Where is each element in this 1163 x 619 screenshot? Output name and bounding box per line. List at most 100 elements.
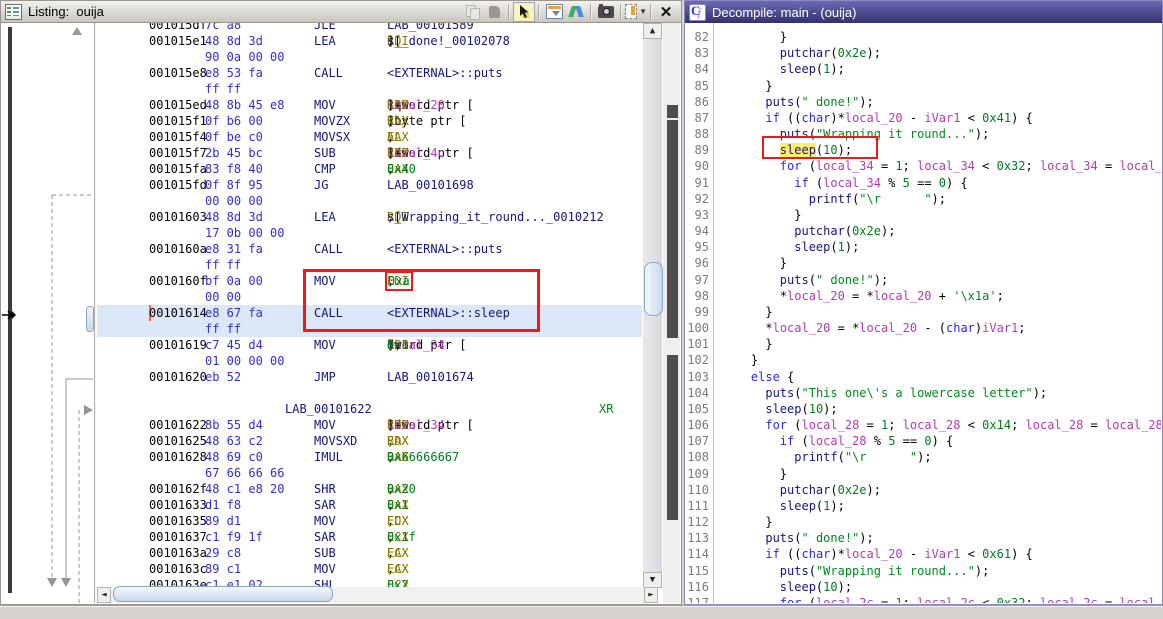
line-number: 89 bbox=[686, 142, 709, 158]
decompile-line[interactable]: 104 puts("This one\'s a lowercase letter… bbox=[686, 385, 1161, 401]
decompile-line[interactable]: 92 printf("\r "); bbox=[686, 191, 1161, 207]
scroll-right-button[interactable]: ► bbox=[644, 587, 658, 603]
panel-options-icon[interactable]: ▼ bbox=[625, 2, 647, 22]
line-number: 113 bbox=[686, 530, 709, 546]
scroll-down-button[interactable]: ▼ bbox=[643, 572, 662, 588]
listing-row[interactable]: 90 0a 00 00 bbox=[97, 49, 642, 65]
decompile-line[interactable]: 105 sleep(10); bbox=[686, 401, 1161, 417]
overview-marker-margin[interactable] bbox=[663, 23, 680, 603]
listing-row[interactable]: 17 0b 00 00 bbox=[97, 225, 642, 241]
line-number: 105 bbox=[686, 401, 709, 417]
listing-row[interactable]: 00 00 00 bbox=[97, 193, 642, 209]
line-number: 104 bbox=[686, 385, 709, 401]
line-number: 98 bbox=[686, 288, 709, 304]
decompile-line[interactable]: 110 putchar(0x2e); bbox=[686, 482, 1161, 498]
listing-row[interactable]: 00101637c1 f9 1fSARECX,0x1f bbox=[97, 529, 642, 545]
listing-row[interactable]: 001015fa83 f8 40CMPEAX,0x40 bbox=[97, 161, 642, 177]
decompile-line[interactable]: 115 puts("Wrapping it round..."); bbox=[686, 563, 1161, 579]
diff-view-icon[interactable] bbox=[565, 2, 587, 22]
listing-row[interactable]: 001015e8e8 53 faCALL<EXTERNAL>::puts bbox=[97, 65, 642, 81]
decompile-line[interactable]: 113 puts(" done!"); bbox=[686, 530, 1161, 546]
decompile-line[interactable]: 102 } bbox=[686, 352, 1161, 368]
listing-titlebar[interactable]: Listing: ouija ▼ ✕ bbox=[1, 1, 681, 23]
decompile-line[interactable]: 94 putchar(0x2e); bbox=[686, 223, 1161, 239]
line-number: 106 bbox=[686, 417, 709, 433]
listing-row[interactable]: ff ff bbox=[97, 81, 642, 97]
decompile-titlebar[interactable]: C f Decompile: main - (ouija) bbox=[685, 1, 1162, 23]
line-number: 108 bbox=[686, 449, 709, 465]
line-number: 88 bbox=[686, 126, 709, 142]
listing-row[interactable]: 001015f40f be c0MOVSXEAX,AL bbox=[97, 129, 642, 145]
decompile-line[interactable]: 90 for (local_34 = 1; local_34 < 0x32; l… bbox=[686, 158, 1161, 174]
decompile-line[interactable]: 95 sleep(1); bbox=[686, 239, 1161, 255]
fields-editor-icon[interactable] bbox=[543, 2, 565, 22]
close-icon[interactable]: ✕ bbox=[655, 2, 677, 22]
listing-row[interactable]: 001016228b 55 d4MOVEDX,dword ptr [RBP + … bbox=[97, 417, 642, 433]
decompile-line[interactable]: 84 sleep(1); bbox=[686, 61, 1161, 77]
listing-row[interactable]: 00101620eb 52JMPLAB_00101674 bbox=[97, 369, 642, 385]
decompile-line[interactable]: 89 sleep(10); bbox=[686, 142, 1161, 158]
listing-row[interactable]: 0010163a29 c8SUBEAX,ECX bbox=[97, 545, 642, 561]
listing-row[interactable]: 001015f72b 45 bcSUBEAX,dword ptr [RBP + … bbox=[97, 145, 642, 161]
listing-row[interactable]: 67 66 66 66 bbox=[97, 465, 642, 481]
decompile-line[interactable]: 114 if ((char)*local_20 - iVar1 < 0x61) … bbox=[686, 546, 1161, 562]
listing-row[interactable]: 00101619c7 45 d4MOVdword ptr [RBP + loca… bbox=[97, 337, 642, 353]
listing-row[interactable]: 0010162848 69 c0IMULRAX,RAX,0x66666667 bbox=[97, 449, 642, 465]
decompile-line[interactable]: 98 *local_20 = *local_20 + '\x1a'; bbox=[686, 288, 1161, 304]
listing-vscrollbar-thumb[interactable] bbox=[644, 262, 663, 316]
decompile-line[interactable]: 109 } bbox=[686, 466, 1161, 482]
line-number: 95 bbox=[686, 239, 709, 255]
decompile-line[interactable]: 99 } bbox=[686, 304, 1161, 320]
decompile-line[interactable]: 108 printf("\r "); bbox=[686, 449, 1161, 465]
decompile-line[interactable]: 86 puts(" done!"); bbox=[686, 94, 1161, 110]
listing-row[interactable]: 0010160ae8 31 faCALL<EXTERNAL>::puts bbox=[97, 241, 642, 257]
decompile-line[interactable]: 83 putchar(0x2e); bbox=[686, 45, 1161, 61]
listing-hscrollbar-thumb[interactable] bbox=[113, 586, 333, 602]
line-number: 100 bbox=[686, 320, 709, 336]
listing-row[interactable]: 0010163c89 c1MOVECX,EAX bbox=[97, 561, 642, 577]
decompile-line[interactable]: 97 puts(" done!"); bbox=[686, 272, 1161, 288]
listing-row[interactable]: 0010163589 d1MOVECX,EDX bbox=[97, 513, 642, 529]
decompile-line[interactable]: 85 } bbox=[686, 78, 1161, 94]
listing-row[interactable]: 001015df7c a8JLELAB_00101589 bbox=[97, 23, 642, 33]
decompile-line[interactable]: 91 if (local_34 % 5 == 0) { bbox=[686, 175, 1161, 191]
listing-row[interactable]: 001015e148 8d 3dLEARDI,[s__done!_0010207… bbox=[97, 33, 642, 49]
listing-row[interactable]: 001015fd0f 8f 95JGLAB_00101698 bbox=[97, 177, 642, 193]
decompile-line[interactable]: 100 *local_20 = *local_20 - (char)iVar1; bbox=[686, 320, 1161, 336]
annotation-box-sleep-call bbox=[303, 269, 540, 332]
copy-icon[interactable] bbox=[461, 2, 483, 22]
listing-row[interactable]: 001015f10f b6 00MOVZXEAX,byte ptr [RAX] bbox=[97, 113, 642, 129]
decompile-line[interactable]: 111 sleep(1); bbox=[686, 498, 1161, 514]
listing-row[interactable] bbox=[97, 385, 642, 401]
decompile-line[interactable]: 112 } bbox=[686, 514, 1161, 530]
decompile-line[interactable]: 88 puts("Wrapping it round..."); bbox=[686, 126, 1161, 142]
listing-row[interactable]: 0010162548 63 c2MOVSXDRAX,EDX bbox=[97, 433, 642, 449]
paste-icon[interactable] bbox=[483, 2, 505, 22]
decompile-line[interactable]: 96 } bbox=[686, 255, 1161, 271]
line-number: 103 bbox=[686, 369, 709, 385]
cursor-tool-icon[interactable] bbox=[513, 2, 535, 22]
listing-row[interactable]: 00101633d1 f8SAREAX,0x1 bbox=[97, 497, 642, 513]
chevron-down-icon: ▼ bbox=[639, 7, 647, 16]
decompile-line[interactable]: 103 else { bbox=[686, 369, 1161, 385]
decompile-line[interactable]: 82 } bbox=[686, 29, 1161, 45]
listing-row[interactable]: 0010160348 8d 3dLEARDI,[s_Wrapping_it_ro… bbox=[97, 209, 642, 225]
scroll-left-button[interactable]: ◄ bbox=[97, 587, 111, 603]
listing-row[interactable]: 0010162f48 c1 e8 20SHRRAX,0x20 bbox=[97, 481, 642, 497]
listing-row[interactable]: 001015ed48 8b 45 e8MOVRAX,qword ptr [RBP… bbox=[97, 97, 642, 113]
decompile-line[interactable]: 107 if (local_28 % 5 == 0) { bbox=[686, 433, 1161, 449]
line-number: 82 bbox=[686, 29, 709, 45]
scroll-up-button[interactable]: ▲ bbox=[643, 23, 662, 39]
decompile-line[interactable]: 106 for (local_28 = 1; local_28 < 0x14; … bbox=[686, 417, 1161, 433]
decompile-line[interactable]: 87 if ((char)*local_20 - iVar1 < 0x41) { bbox=[686, 110, 1161, 126]
margin-scroll-thumb[interactable] bbox=[86, 306, 94, 332]
decompile-line[interactable]: 93 } bbox=[686, 207, 1161, 223]
decompiler-icon: C f bbox=[689, 4, 706, 21]
toolbar-separator bbox=[538, 4, 540, 20]
snapshot-camera-icon[interactable] bbox=[595, 2, 617, 22]
decompile-line[interactable]: 101 } bbox=[686, 336, 1161, 352]
listing-row[interactable]: 01 00 00 00 bbox=[97, 353, 642, 369]
decompile-line[interactable]: 117 for (local_2c = 1; local_2c < 0x32; … bbox=[686, 595, 1161, 603]
decompile-line[interactable]: 116 sleep(10); bbox=[686, 579, 1161, 595]
listing-label-row[interactable]: LAB_00101622XR bbox=[97, 401, 642, 417]
